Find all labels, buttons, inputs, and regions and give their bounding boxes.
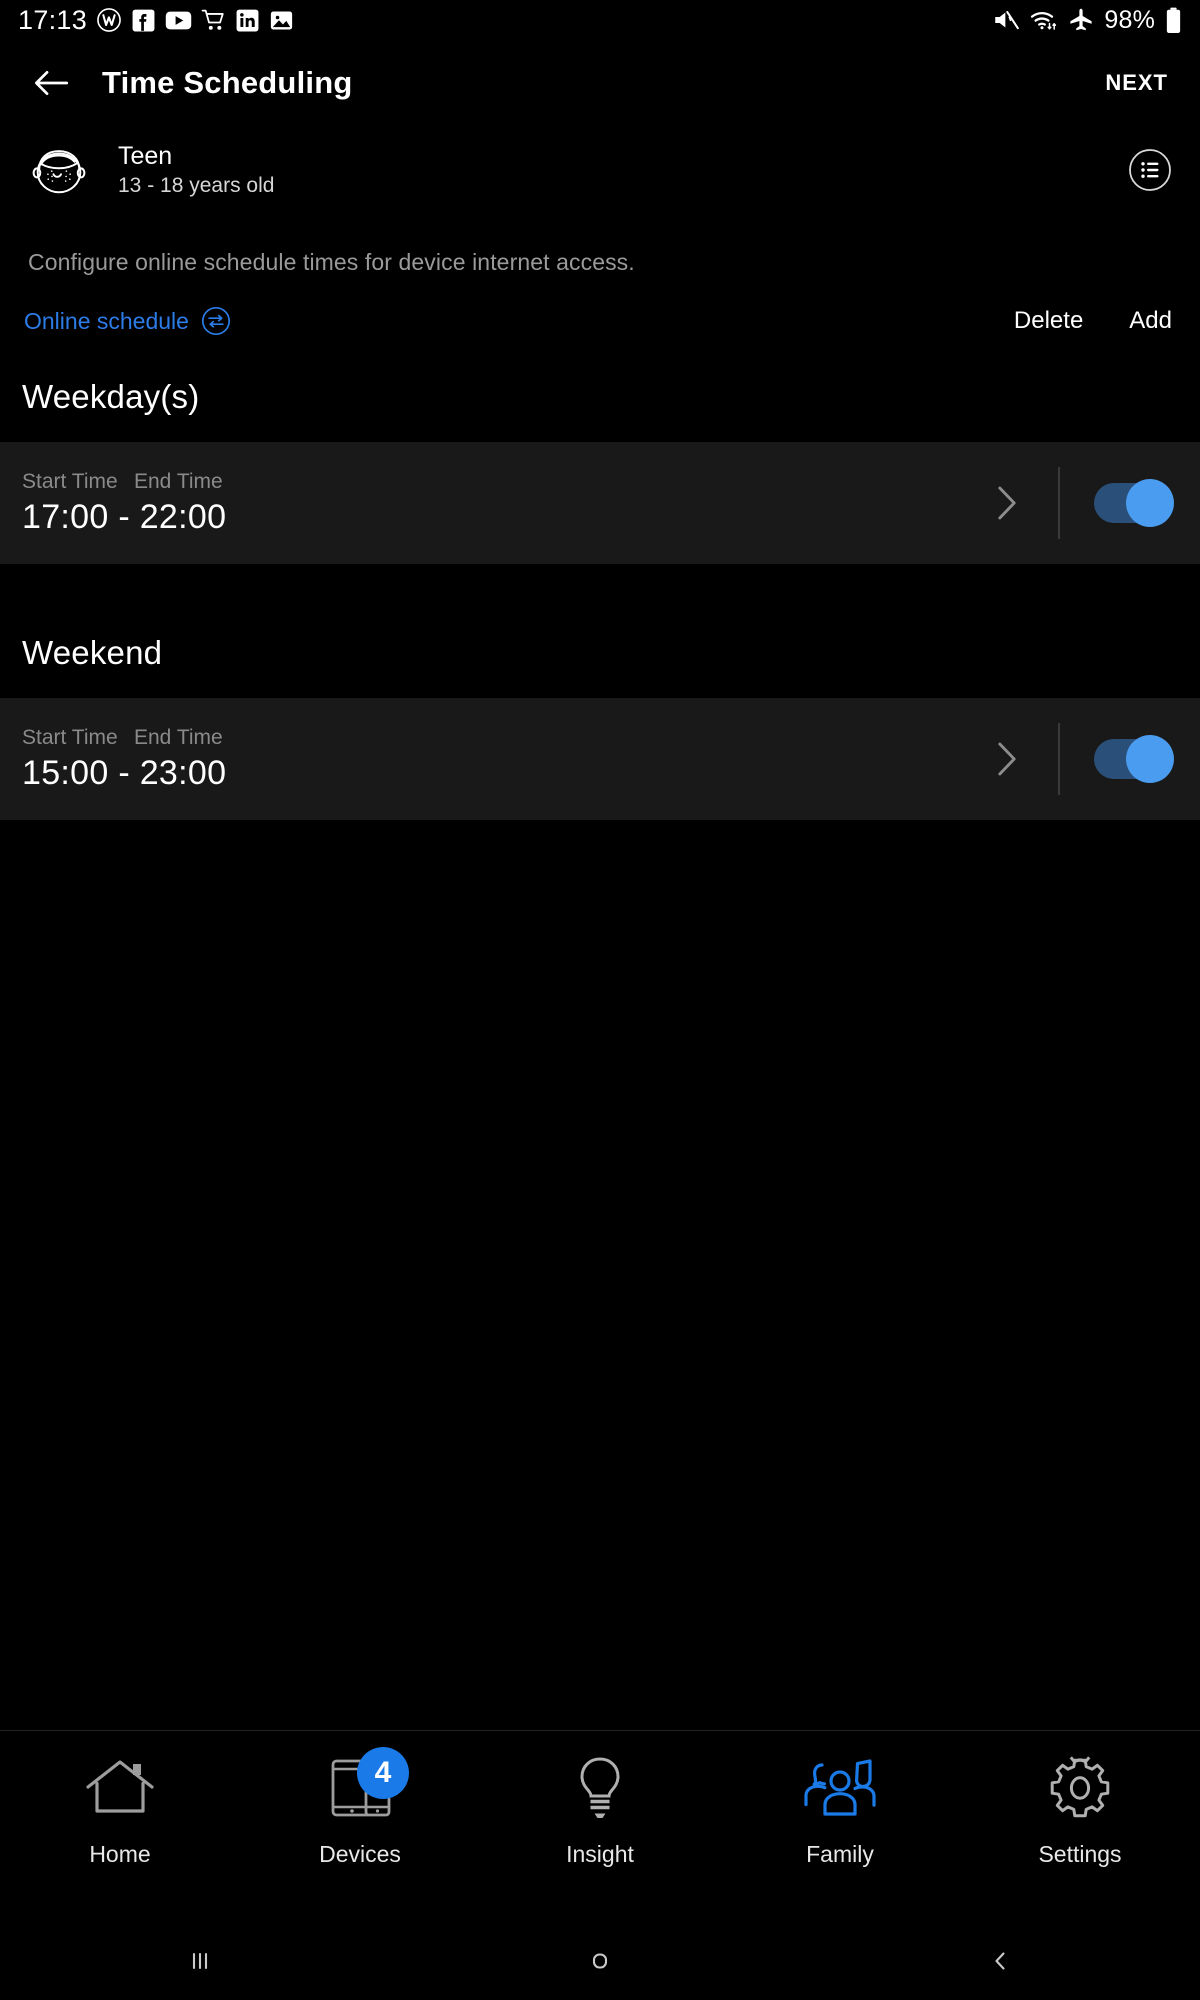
- swap-arrows-circle-icon: [201, 306, 231, 336]
- nav-label-settings: Settings: [1038, 1841, 1122, 1867]
- start-time-label: Start Time: [22, 469, 118, 493]
- home-icon: [86, 1760, 154, 1813]
- status-bar: 17:13 98%: [0, 0, 1200, 40]
- time-range-value: 15:00 - 23:00: [22, 753, 227, 792]
- teen-face-avatar-icon: [32, 150, 86, 194]
- end-time-label: End Time: [134, 469, 223, 493]
- back-button[interactable]: [28, 60, 74, 106]
- photos-icon: [270, 11, 293, 29]
- airplane-mode-icon: [1070, 8, 1092, 31]
- section-gap: [0, 564, 1200, 590]
- mute-icon: [995, 11, 1020, 30]
- profile-list-button[interactable]: [1128, 148, 1172, 192]
- youtube-icon: [165, 11, 192, 29]
- nav-icon-wrap: [84, 1751, 156, 1825]
- nav-label-devices: Devices: [319, 1841, 401, 1867]
- nav-item-insight[interactable]: Insight: [480, 1731, 720, 1868]
- add-button[interactable]: Add: [1129, 307, 1172, 335]
- schedule-toggle-weekdays[interactable]: [1094, 479, 1174, 527]
- schedule-card-expand-button[interactable]: [984, 480, 1030, 526]
- start-time-label: Start Time: [22, 725, 118, 749]
- nav-icon-wrap: [1047, 1751, 1113, 1825]
- toggle-knob: [1126, 479, 1174, 527]
- battery-percent-label: 98%: [1104, 5, 1155, 34]
- schedule-card-expand-button[interactable]: [984, 736, 1030, 782]
- next-button[interactable]: NEXT: [1101, 62, 1172, 104]
- status-bar-clock: 17:13: [18, 4, 88, 35]
- system-back-icon: [995, 1952, 1005, 1970]
- schedule-actions: Delete Add: [1014, 307, 1172, 335]
- schedule-card-controls: [984, 467, 1200, 539]
- section-title-weekdays: Weekday(s): [22, 378, 200, 415]
- app-bar: Time Scheduling NEXT: [0, 40, 1200, 125]
- status-bar-left: 17:13: [18, 5, 294, 36]
- schedule-card-headers: Start Time End Time: [22, 470, 226, 494]
- schedule-card-controls: [984, 723, 1200, 795]
- nav-icon-wrap: 4: [327, 1747, 409, 1825]
- schedule-card-text: Start Time End Time 17:00 - 22:00: [0, 470, 226, 537]
- description-text: Configure online schedule times for devi…: [28, 249, 635, 275]
- battery-icon: [1166, 7, 1181, 33]
- home-button[interactable]: [400, 1946, 800, 1976]
- schedule-card-text: Start Time End Time 15:00 - 23:00: [0, 726, 226, 793]
- time-range-value: 17:00 - 22:00: [22, 497, 227, 536]
- online-schedule-link[interactable]: Online schedule: [24, 306, 231, 336]
- card-divider: [1058, 723, 1060, 795]
- linkedin-icon: [236, 9, 259, 31]
- nav-item-devices[interactable]: 4 Devices: [240, 1731, 480, 1868]
- page-title: Time Scheduling: [102, 64, 353, 100]
- recent-apps-icon: [192, 1952, 208, 1970]
- facebook-icon: [132, 9, 155, 31]
- family-icon: [804, 1759, 876, 1816]
- nav-icon-wrap: [800, 1751, 880, 1825]
- schedule-card-weekend[interactable]: Start Time End Time 15:00 - 23:00: [0, 698, 1200, 820]
- bulb-icon: [580, 1757, 620, 1818]
- profile-row: Teen 13 - 18 years old: [0, 125, 1200, 215]
- profile-text: Teen 13 - 18 years old: [118, 142, 274, 198]
- nav-label-family: Family: [806, 1841, 874, 1867]
- system-back-button[interactable]: [800, 1946, 1200, 1976]
- schedule-toolbar: Online schedule Delete Add: [0, 276, 1200, 336]
- profile-age-range: 13 - 18 years old: [118, 174, 275, 197]
- shopping-cart-icon: [201, 9, 224, 30]
- recent-apps-button[interactable]: [0, 1946, 400, 1976]
- nav-icon-wrap: [571, 1751, 629, 1825]
- list-circle-icon: [1129, 149, 1171, 191]
- toggle-knob: [1126, 735, 1174, 783]
- nav-item-home[interactable]: Home: [0, 1731, 240, 1868]
- wifi-icon: [1031, 12, 1057, 30]
- bottom-navigation: Home 4 Devices Insight Family Settings: [0, 1730, 1200, 1922]
- wordpress-icon: [97, 8, 121, 32]
- chevron-right-icon: [998, 742, 1016, 776]
- nav-item-settings[interactable]: Settings: [960, 1731, 1200, 1868]
- online-schedule-label: Online schedule: [24, 307, 189, 334]
- schedule-toggle-weekend[interactable]: [1094, 735, 1174, 783]
- status-bar-right: 98%: [992, 6, 1182, 35]
- card-divider: [1058, 467, 1060, 539]
- gear-icon: [1050, 1756, 1110, 1818]
- nav-label-insight: Insight: [566, 1841, 634, 1867]
- profile-name: Teen: [118, 142, 173, 170]
- section-title-weekend: Weekend: [22, 634, 163, 671]
- system-navigation-bar: [0, 1922, 1200, 2000]
- end-time-label: End Time: [134, 725, 223, 749]
- chevron-right-icon: [998, 486, 1016, 520]
- nav-label-home: Home: [89, 1841, 151, 1867]
- back-arrow-icon: [35, 70, 69, 95]
- devices-badge: 4: [357, 1747, 409, 1799]
- nav-item-family[interactable]: Family: [720, 1731, 960, 1868]
- delete-button[interactable]: Delete: [1014, 307, 1083, 335]
- schedule-card-headers: Start Time End Time: [22, 726, 226, 750]
- home-circle-icon: [592, 1953, 608, 1969]
- schedule-card-weekdays[interactable]: Start Time End Time 17:00 - 22:00: [0, 442, 1200, 564]
- phone-screen: 17:13 98% Time Scheduling NEXT Teen 13 -…: [0, 0, 1200, 2000]
